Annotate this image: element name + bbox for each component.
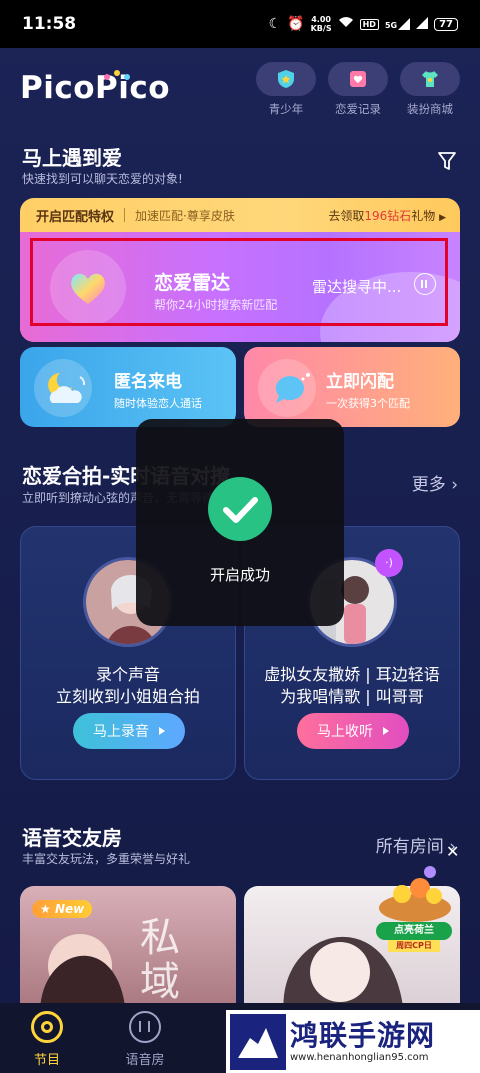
room-section-subtitle: 丰富交友玩法，多重荣誉与好礼 [22,852,191,866]
nav-item-programs[interactable]: 节目 [2,1011,92,1068]
shirt-icon [422,71,438,87]
net-speed: 4.00 KB/S [311,15,332,33]
close-icon[interactable]: ✕ [446,842,459,861]
love-record-label: 恋爱记录 [335,102,381,116]
privilege-title: 开启匹配特权 [36,209,115,225]
love-record-icon [350,71,366,87]
room-section-title: 语音交友房 [22,826,122,850]
nav-label-programs: 节目 [33,1053,60,1068]
status-bar: 11:58 ☾ ⏰ 4.00 KB/S HD 5G 77 [0,0,480,48]
check-icon [208,477,272,541]
watermark-banner: 鸿联手游网 www.henanhonglian95.com [226,1010,480,1073]
status-time: 11:58 [22,14,77,34]
duet-more-link[interactable]: 更多 › [412,470,458,495]
new-badge: ★ New [32,900,93,918]
match-privilege-bar[interactable]: 开启匹配特权 加速匹配·尊享皮肤 去领取196钻石礼物 ▶ [20,198,460,232]
status-icons: ☾ ⏰ 4.00 KB/S HD 5G 77 [269,15,458,33]
horse-logo-icon [230,1014,286,1070]
promo-widget[interactable]: 点亮荷兰 周四CP日 [372,862,458,958]
duet-record-line2: 立刻收到小姐姐合拍 [55,687,200,706]
star-icon: ★ [40,902,51,916]
listen-now-label: 马上收听 [317,724,373,740]
chevron-right-icon: › [451,475,458,495]
youth-mode-pill [256,62,316,96]
duet-more-label: 更多 [411,475,446,495]
flash-match-subtitle: 一次获得3个匹配 [326,397,410,410]
app-logo: PicoPico [20,70,170,106]
all-rooms-label: 所有房间 [375,837,444,857]
youth-mode-button[interactable]: 青少年 [256,62,316,117]
voice-bubble-icon: ·) [375,549,403,577]
play-icon [159,727,165,735]
toast-message: 开启成功 [209,566,270,584]
voice-room-icon [129,1011,161,1043]
net-speed-unit: KB/S [310,24,332,33]
watermark-url: www.henanhonglian95.com [290,1052,429,1063]
privilege-reward[interactable]: 去领取196钻石礼物 ▶ [328,207,460,224]
play-icon [383,727,389,735]
flash-match-card[interactable]: 立即闪配 一次获得3个匹配 [244,347,460,427]
program-icon [31,1011,63,1043]
duet-record-line1: 录个声音 [95,665,160,684]
reward-prefix: 去领取 [328,208,365,223]
signal-icon: 5G [384,18,411,30]
reward-highlight: 196钻石 [364,208,412,223]
filter-icon[interactable] [436,150,458,172]
wifi-icon [338,16,354,32]
moon-icon: ☾ [268,16,282,32]
nav-item-voice-room[interactable]: 语音房 [100,1011,190,1068]
dress-shop-label: 装扮商城 [407,102,453,116]
promo-sub: 周四CP日 [388,940,440,952]
promo-label: 点亮荷兰 [376,922,452,940]
program-icon-dot [41,1021,53,1033]
signal-icon-2 [416,16,429,32]
duet-listen-line1: 虚拟女友撒娇 | 耳边轻语 [264,665,440,684]
logo-dot-blue [124,74,130,80]
battery-indicator: 77 [434,17,458,31]
watermark-title: 鸿联手游网 [290,1019,436,1052]
listen-now-button[interactable]: 马上收听 [297,713,409,749]
hd-badge: HD [359,18,379,30]
logo-dot-pink [104,74,110,80]
logo-dot-yellow [114,70,120,76]
duet-listen-line2: 为我唱情歌 | 叫哥哥 [280,687,424,706]
signal-label: 5G [384,21,398,30]
love-record-pill [328,62,388,96]
record-now-button[interactable]: 马上录音 [73,713,185,749]
shield-icon [278,70,294,88]
nav-label-voice-room: 语音房 [125,1053,165,1068]
flower-basket-icon [379,866,451,922]
match-section-title: 马上遇到爱 [22,146,122,170]
reward-suffix: 礼物 [411,208,436,223]
play-arrow-icon: ▶ [439,212,446,223]
voice-bars [139,1021,150,1032]
alarm-icon: ⏰ [287,16,305,32]
privilege-divider [124,208,126,222]
success-toast: 开启成功 [136,419,344,626]
all-rooms-link[interactable]: 所有房间 › [376,832,456,857]
flash-match-title: 立即闪配 [326,372,394,392]
logo-text: PicoPico [20,70,171,106]
privilege-desc: 加速匹配·尊享皮肤 [135,208,235,223]
youth-mode-label: 青少年 [268,102,304,116]
anonymous-call-card[interactable]: 匿名来电 随时体验恋人通话 [20,347,236,427]
highlight-box [30,238,448,326]
chat-bubble-icon [275,373,310,403]
match-section-subtitle: 快速找到可以聊天恋爱的对象! [22,172,183,186]
love-record-button[interactable]: 恋爱记录 [328,62,388,117]
room-cover-text: 私域 [140,915,180,1005]
dress-shop-button[interactable]: 装扮商城 [400,62,460,117]
voice-room-card[interactable]: ★ New 私域 [20,886,236,1016]
anonymous-call-subtitle: 随时体验恋人通话 [114,397,202,410]
dress-shop-pill [400,62,460,96]
anonymous-call-title: 匿名来电 [114,372,182,392]
record-now-label: 马上录音 [93,724,149,740]
new-badge-label: New [54,902,85,916]
net-speed-value: 4.00 [311,15,331,24]
moon-cloud-icon [48,373,86,403]
app-header: PicoPico 青少年 恋爱记录 装扮商城 [0,56,480,126]
